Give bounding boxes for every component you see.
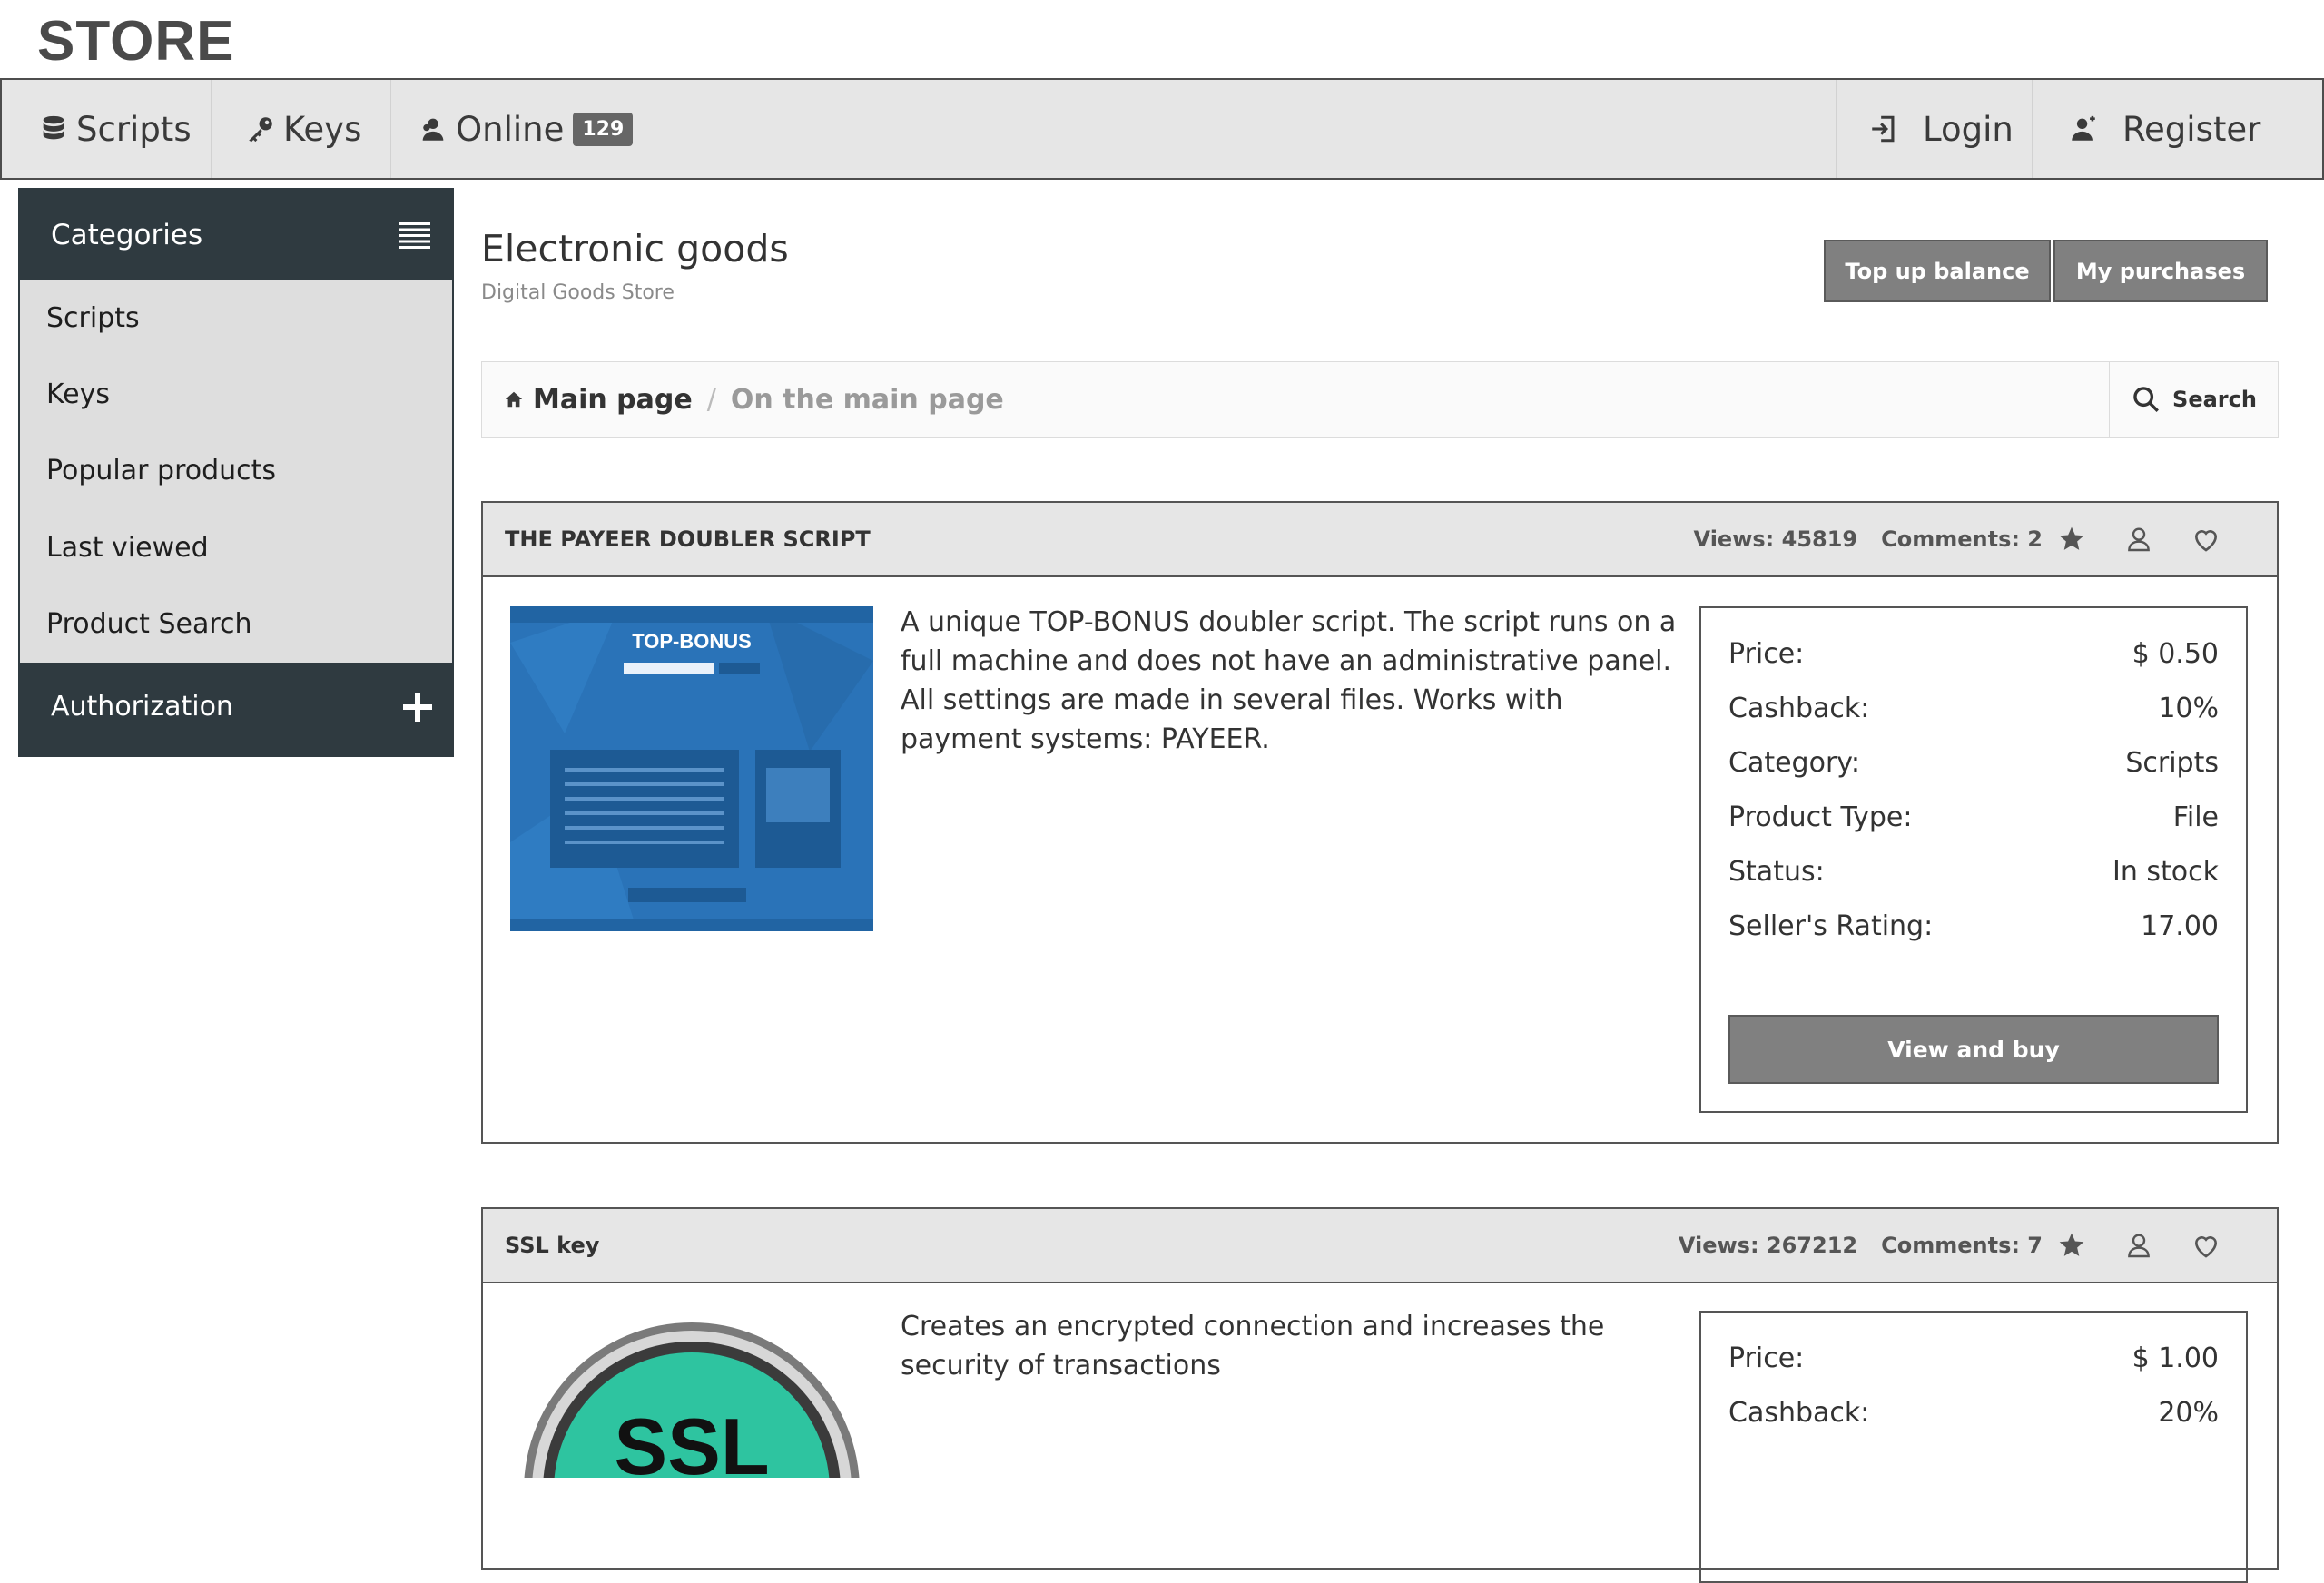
search-label: Search [2172,387,2257,412]
database-icon [38,113,76,144]
list-icon [399,221,430,249]
info-label: Status: [1728,855,1825,888]
product-card: THE PAYEER DOUBLER SCRIPT Views: 45819 C… [481,501,2279,1144]
sidebar-item-keys[interactable]: Keys [20,356,452,432]
page-subtitle: Digital Goods Store [481,281,675,304]
top-up-balance-button[interactable]: Top up balance [1824,240,2051,302]
info-row-price: Price: $ 1.00 [1728,1331,2219,1385]
sidebar-title: Categories [51,218,203,251]
info-label: Category: [1728,746,1860,779]
info-row-cashback: Cashback: 10% [1728,681,2219,735]
info-row-seller-rating: Seller's Rating: 17.00 [1728,899,2219,953]
info-row-price: Price: $ 0.50 [1728,626,2219,681]
user-icon[interactable] [2124,525,2153,554]
nav-login-label: Login [1923,109,2014,149]
sidebar-auth-label: Authorization [51,691,233,723]
breadcrumb: Main page / On the main page Search [481,361,2279,438]
info-row-category: Category: Scripts [1728,735,2219,790]
store-logo[interactable]: STORE [37,9,234,74]
sidebar: Categories Scripts Keys Popular products… [18,188,454,757]
info-row-cashback: Cashback: 20% [1728,1385,2219,1440]
nav-scripts[interactable]: Scripts [38,80,192,178]
sidebar-item-scripts[interactable]: Scripts [20,280,452,356]
product-title[interactable]: SSL key [505,1233,599,1258]
nav-login[interactable]: Login [1868,80,2014,178]
product-info-box: Price: $ 0.50 Cashback: 10% Category: Scrip… [1699,606,2248,1113]
product-image[interactable]: SSL [510,1309,873,1478]
heart-icon[interactable] [2191,525,2221,554]
product-card: SSL key Views: 267212 Comments: 7 SSL Cr… [481,1207,2279,1583]
product-comments: Comments: 2 [1881,526,2043,552]
info-row-status: Status: In stock [1728,844,2219,899]
product-info-box: Price: $ 1.00 Cashback: 20% [1699,1311,2248,1583]
page-title: Electronic goods [481,227,789,270]
product-image-caption: SSL [614,1401,769,1478]
sidebar-authorization[interactable]: Authorization [20,663,452,752]
info-value: $ 1.00 [2132,1342,2219,1374]
key-icon [245,113,283,144]
info-label: Price: [1728,1342,1805,1374]
heart-icon[interactable] [2191,1231,2221,1260]
user-plus-icon [2068,113,2106,144]
top-navigation: Scripts Keys Online 129 Login Register [0,78,2324,180]
product-description: Creates an encrypted connection and incr… [901,1311,1605,1381]
product-title[interactable]: THE PAYEER DOUBLER SCRIPT [505,526,871,552]
sign-in-icon [1868,113,1906,144]
info-value: 20% [2158,1396,2219,1429]
info-value: $ 0.50 [2132,637,2219,670]
star-icon[interactable] [2057,525,2086,554]
info-value: 10% [2158,692,2219,724]
info-row-product-type: Product Type: File [1728,790,2219,844]
product-card-header: SSL key Views: 267212 Comments: 7 [483,1209,2277,1283]
product-views: Views: 45819 [1693,526,1858,552]
product-comments: Comments: 7 [1881,1233,2043,1258]
plus-icon [403,692,432,722]
nav-keys-label: Keys [283,109,362,149]
info-value: 17.00 [2141,909,2219,942]
nav-online-label: Online [456,109,565,149]
user-icon[interactable] [2124,1231,2153,1260]
info-label: Product Type: [1728,801,1913,833]
info-label: Cashback: [1728,692,1870,724]
users-icon [418,113,456,144]
nav-keys[interactable]: Keys [245,80,361,178]
info-value: Scripts [2125,746,2219,779]
search-button[interactable]: Search [2109,362,2278,437]
breadcrumb-main-label: Main page [533,383,693,416]
product-views: Views: 267212 [1678,1233,1858,1258]
sidebar-item-popular-products[interactable]: Popular products [20,433,452,509]
star-icon[interactable] [2057,1231,2086,1260]
search-icon [2131,384,2162,415]
info-label: Price: [1728,637,1805,670]
sidebar-categories-header[interactable]: Categories [20,190,452,280]
nav-online[interactable]: Online 129 [418,80,634,178]
nav-register-label: Register [2122,109,2261,149]
info-value: File [2172,801,2219,833]
nav-scripts-label: Scripts [76,109,192,149]
nav-register[interactable]: Register [2068,80,2260,178]
online-count-badge: 129 [573,112,634,146]
info-value: In stock [2112,855,2219,888]
sidebar-item-last-viewed[interactable]: Last viewed [20,509,452,585]
info-label: Seller's Rating: [1728,909,1934,942]
breadcrumb-separator: / [706,383,716,416]
product-description: A unique TOP-BONUS doubler script. The s… [901,606,1677,755]
home-icon [504,389,524,409]
my-purchases-button[interactable]: My purchases [2053,240,2268,302]
breadcrumb-home[interactable]: Main page [504,384,693,416]
breadcrumb-current: On the main page [730,383,1004,416]
product-image-caption: TOP-BONUS [632,630,752,653]
product-card-header: THE PAYEER DOUBLER SCRIPT Views: 45819 C… [483,503,2277,577]
sidebar-category-list: Scripts Keys Popular products Last viewe… [20,280,452,663]
view-and-buy-button[interactable]: View and buy [1728,1015,2219,1084]
product-image[interactable]: TOP-BONUS [510,606,873,931]
info-label: Cashback: [1728,1396,1870,1429]
sidebar-item-product-search[interactable]: Product Search [20,586,452,663]
